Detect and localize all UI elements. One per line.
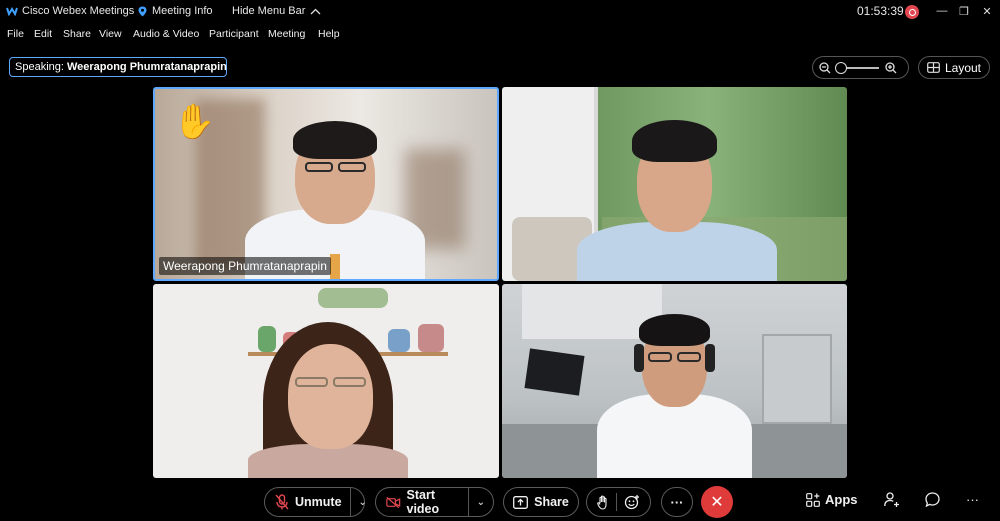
share-button[interactable]: Share [503,487,579,517]
reactions-group[interactable] [586,487,651,517]
share-screen-icon [513,495,529,509]
app-title: Cisco Webex Meetings [22,5,135,17]
chevron-up-icon [310,8,321,14]
apps-button[interactable]: Apps [806,492,858,507]
chat-button[interactable] [925,492,940,507]
video-tile-participant-3[interactable] [153,284,499,478]
hide-menu-bar-label: Hide Menu Bar [232,5,306,17]
apps-icon [806,492,820,507]
close-icon: ✕ [710,494,724,511]
layout-icon [927,62,940,73]
unmute-button[interactable]: Unmute [265,494,350,510]
zoom-in-icon[interactable] [885,61,897,74]
zoom-handle[interactable] [835,61,847,74]
speaker-name: Weerapong Phumratanaprapin [66,61,227,73]
layout-button[interactable]: Layout [918,56,990,79]
zoom-out-icon[interactable] [819,61,831,74]
apps-label: Apps [825,492,858,507]
menu-help[interactable]: Help [318,28,340,40]
menu-file[interactable]: File [7,28,24,40]
reaction-emoji-icon[interactable] [624,494,640,510]
restore-icon[interactable]: ❐ [955,3,973,19]
participant-name-label: Weerapong Phumratanaprapin [159,257,331,275]
zoom-track[interactable] [835,61,879,74]
layout-label: Layout [944,60,982,75]
more-options-icon: ··· [670,494,684,510]
raised-hand-icon: ✋ [173,103,216,141]
menu-edit[interactable]: Edit [34,28,52,40]
more-panels-icon: ··· [966,492,979,507]
video-options-chevron-icon[interactable]: ⌄ [467,488,493,516]
meeting-info-label: Meeting Info [152,5,213,17]
camera-off-icon [386,496,401,508]
title-bar: Cisco Webex Meetings Meeting Info Hide M… [0,0,1000,24]
video-control[interactable]: Start video ⌄ [375,487,494,517]
recording-icon[interactable] [905,5,919,19]
menu-meeting[interactable]: Meeting [268,28,305,40]
share-label: Share [534,495,569,509]
leave-meeting-button[interactable]: ✕ [701,486,733,518]
mute-control[interactable]: Unmute ⌄ [264,487,367,517]
location-pin-icon [138,6,147,16]
menu-participant[interactable]: Participant [209,28,259,40]
zoom-slider[interactable] [812,56,909,79]
video-tile-active-speaker[interactable]: ✋ Weerapong Phumratanaprapin [153,87,499,281]
meeting-timer: 01:53:39 [857,4,904,18]
close-icon[interactable]: ✕ [978,3,996,19]
menu-audio-video[interactable]: Audio & Video [133,28,199,40]
minimize-icon[interactable]: — [933,3,951,19]
active-speaker-indicator: Speaking: Weerapong Phumratanaprapin [9,57,227,77]
hide-menu-bar-button[interactable]: Hide Menu Bar [232,5,321,17]
menu-share[interactable]: Share [63,28,91,40]
participants-button[interactable] [884,492,900,507]
raise-hand-icon[interactable] [596,495,609,510]
webex-logo-icon [6,7,18,16]
start-video-button[interactable]: Start video [376,488,468,516]
microphone-muted-icon [275,494,289,510]
video-tile-participant-2[interactable] [502,87,847,281]
speaking-prefix: Speaking: [15,61,64,73]
video-tile-participant-4[interactable] [502,284,847,478]
participants-icon [884,492,899,507]
start-video-label: Start video [406,488,440,516]
chat-icon [925,492,940,507]
more-panels-button[interactable]: ··· [966,492,979,507]
divider [615,493,617,511]
menu-view[interactable]: View [99,28,122,40]
unmute-label: Unmute [295,495,342,509]
audio-options-chevron-icon[interactable]: ⌄ [349,488,375,516]
meeting-info-button[interactable]: Meeting Info [138,5,213,17]
more-options-button[interactable]: ··· [661,487,693,517]
